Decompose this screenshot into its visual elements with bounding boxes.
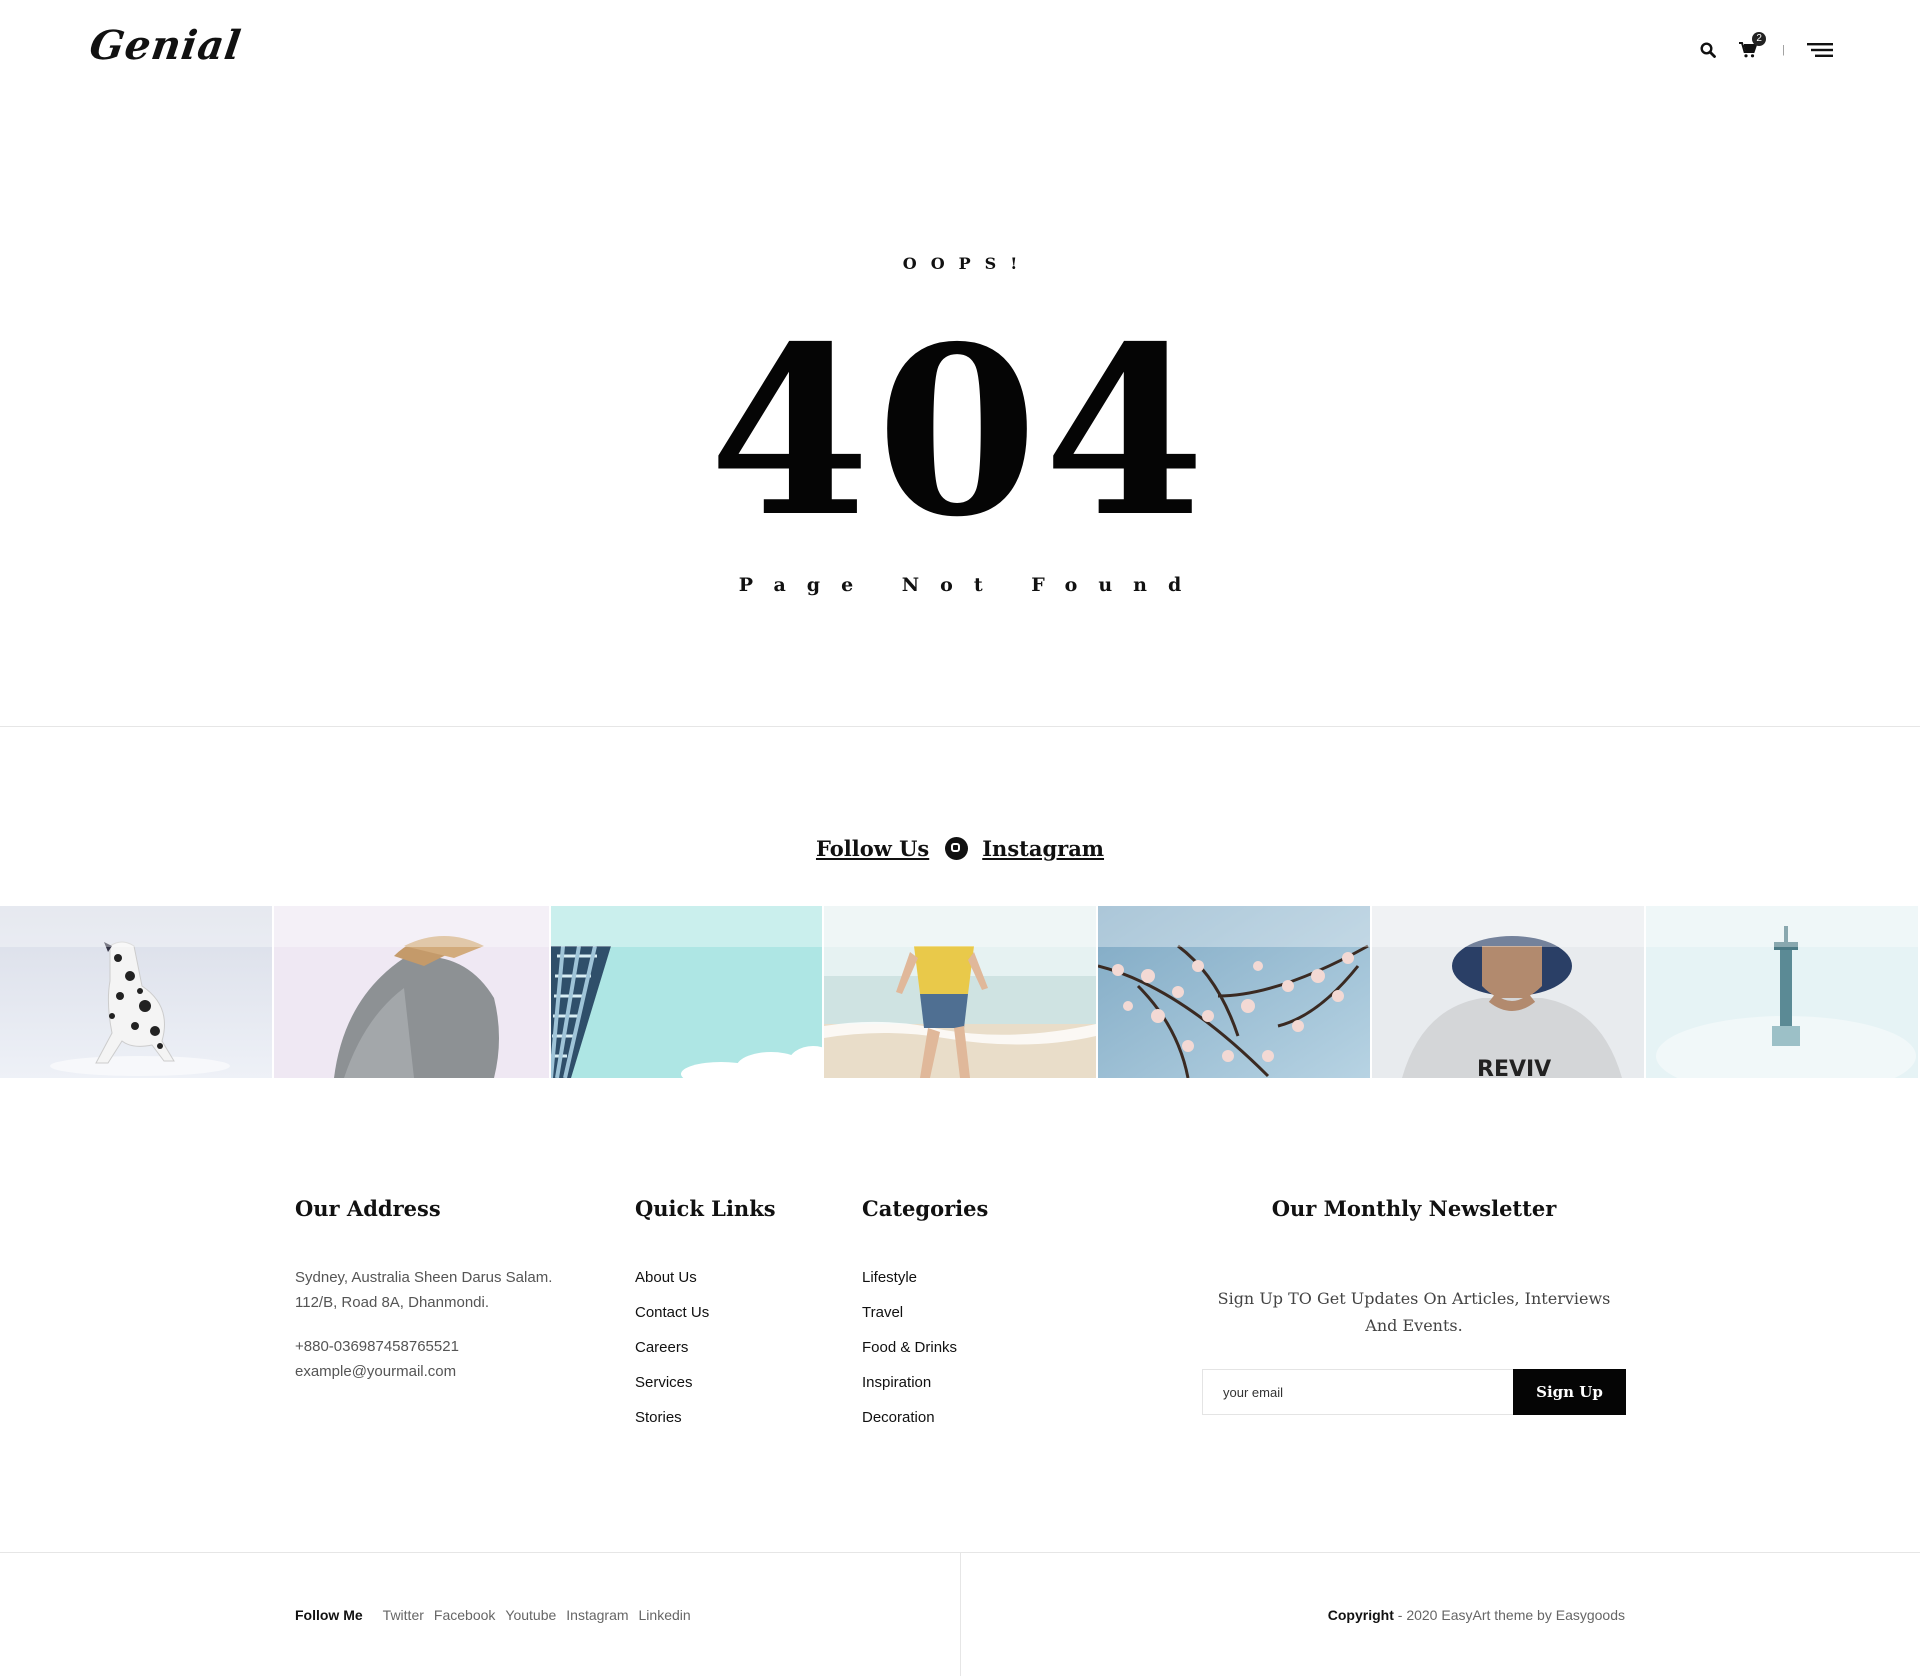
gallery-image-beach[interactable] — [824, 906, 1096, 1078]
follow-instagram-heading: Follow Us Instagram — [0, 834, 1920, 861]
follow-us-link[interactable]: Follow Us — [816, 836, 929, 861]
social-link-twitter[interactable]: Twitter — [383, 1607, 424, 1623]
sign-up-button[interactable]: Sign Up — [1513, 1369, 1626, 1415]
address-phone[interactable]: +880-036987458765521 — [295, 1334, 552, 1359]
address-line-2: 112/B, Road 8A, Dhanmondi. — [295, 1294, 490, 1311]
footer-quick-links: Quick Links About Us Contact Us Careers … — [635, 1196, 776, 1440]
error-message: Page Not Found — [738, 574, 1203, 596]
hamburger-menu-icon[interactable] — [1807, 38, 1833, 62]
gallery-image-tower[interactable] — [1646, 906, 1918, 1078]
newsletter-heading: Our Monthly Newsletter — [1271, 1196, 1557, 1221]
copyright-details: - 2020 EasyArt theme by Easygoods — [1393, 1607, 1625, 1623]
oops-heading: OOPS! — [902, 254, 1032, 273]
gallery-image-blossom[interactable] — [1098, 906, 1370, 1078]
address-heading: Our Address — [295, 1196, 441, 1221]
quick-link-services[interactable]: Services — [635, 1370, 776, 1405]
category-inspiration[interactable]: Inspiration — [862, 1370, 988, 1405]
quick-link-about-us[interactable]: About Us — [635, 1265, 776, 1300]
newsletter-email-input[interactable] — [1202, 1369, 1513, 1415]
gallery-image-building[interactable] — [551, 906, 822, 1078]
gallery-image-sweater[interactable] — [274, 906, 549, 1078]
error-code: 404 — [708, 295, 1212, 568]
follow-me-label: Follow Me — [295, 1607, 363, 1623]
category-travel[interactable]: Travel — [862, 1300, 988, 1335]
quick-link-stories[interactable]: Stories — [635, 1405, 776, 1440]
footer-categories: Categories Lifestyle Travel Food & Drink… — [862, 1196, 988, 1440]
gallery-image-man[interactable]: REVIV — [1372, 906, 1644, 1078]
address-line-1: Sydney, Australia Sheen Darus Salam. — [295, 1269, 553, 1286]
site-header: Genial 2 | — [0, 0, 1920, 100]
footer-address: Our Address Sydney, Australia Sheen Daru… — [295, 1196, 552, 1384]
svg-text:REVIV: REVIV — [1477, 1057, 1551, 1078]
quick-link-careers[interactable]: Careers — [635, 1335, 776, 1370]
instagram-gallery: REVIV — [0, 906, 1920, 1078]
follow-me-links: Follow Me Twitter Facebook Youtube Insta… — [295, 1607, 701, 1623]
category-food-drinks[interactable]: Food & Drinks — [862, 1335, 988, 1370]
cart-count-badge: 2 — [1752, 32, 1767, 46]
cart-button[interactable]: 2 — [1736, 32, 1767, 62]
site-logo[interactable]: Genial — [87, 22, 245, 69]
category-decoration[interactable]: Decoration — [862, 1405, 988, 1440]
social-link-facebook[interactable]: Facebook — [434, 1607, 495, 1623]
social-link-linkedin[interactable]: Linkedin — [639, 1607, 691, 1623]
copyright-text: Copyright - 2020 EasyArt theme by Easygo… — [1328, 1607, 1625, 1623]
bottom-divider — [960, 1553, 961, 1676]
instagram-link[interactable]: Instagram — [982, 836, 1104, 861]
bottom-bar: Follow Me Twitter Facebook Youtube Insta… — [0, 1552, 1920, 1676]
category-lifestyle[interactable]: Lifestyle — [862, 1265, 988, 1300]
newsletter-form: Sign Up — [1202, 1369, 1626, 1415]
social-link-youtube[interactable]: Youtube — [505, 1607, 556, 1623]
address-email[interactable]: example@yourmail.com — [295, 1359, 552, 1384]
quick-links-heading: Quick Links — [635, 1196, 776, 1221]
error-section: OOPS! 404 Page Not Found — [0, 100, 1920, 727]
newsletter-description: Sign Up TO Get Updates On Articles, Inte… — [1217, 1289, 1611, 1335]
footer-newsletter: Our Monthly Newsletter Sign Up TO Get Up… — [1202, 1196, 1626, 1415]
header-divider: | — [1782, 44, 1785, 56]
quick-link-contact-us[interactable]: Contact Us — [635, 1300, 776, 1335]
categories-heading: Categories — [862, 1196, 989, 1221]
instagram-icon — [945, 837, 969, 860]
gallery-image-dalmatian[interactable] — [0, 906, 272, 1078]
copyright-label: Copyright — [1327, 1607, 1394, 1623]
search-icon[interactable] — [1696, 38, 1720, 62]
header-actions: 2 | — [1696, 32, 1833, 62]
social-link-instagram[interactable]: Instagram — [566, 1607, 628, 1623]
